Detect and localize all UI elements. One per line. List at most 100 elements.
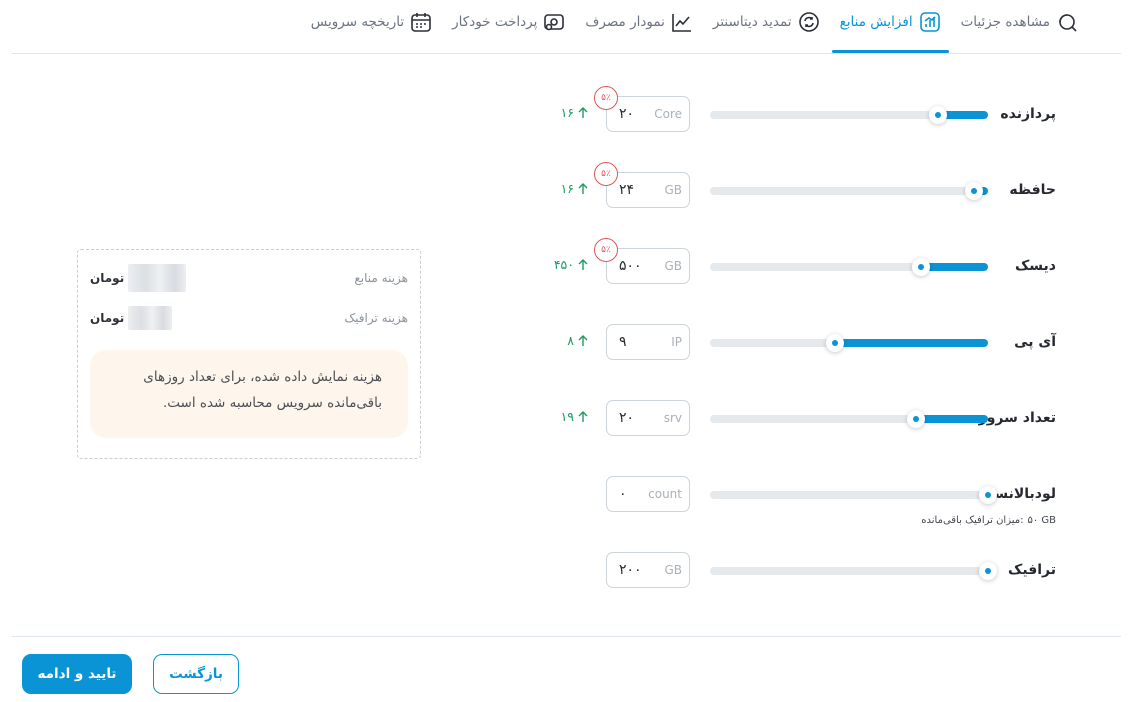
max-increase-value: ۱۶ [560,181,574,196]
tab-refresh[interactable]: تمدید دیتاسنتر [703,8,830,36]
calendar-icon [410,11,432,33]
arrow-up-icon [578,182,588,194]
tab-label: مشاهده جزئیات [960,14,1050,30]
arrow-up-icon [578,106,588,118]
resource-value: ۰ [619,486,627,502]
slider-handle[interactable] [979,562,997,580]
resource-label: ترافیک [1008,562,1056,578]
resource-unit: Core [654,107,682,121]
resource-slider[interactable] [710,562,997,580]
slider-handle[interactable] [826,334,844,352]
resource-slider[interactable] [710,486,997,504]
resource-form: پردازنده ۲۰ Core ۵٪ ۱۶ حافظه ۲۴ GB ۵٪ ۱۶ دیسک ۵۰۰ GB… [540,80,1070,612]
resource-slider[interactable] [710,106,988,124]
resource-slider[interactable] [710,258,988,276]
cost-summary-card: تومان هزینه منابع تومان هزینه ترافیک هزی… [77,249,421,459]
resource-input[interactable]: ۹ IP [606,324,690,360]
resource-label: پردازنده [1000,106,1056,122]
tab-label: پرداخت خودکار [452,14,538,30]
refresh-icon [798,11,820,33]
traffic-cost-amount-blurred [128,306,173,330]
max-increase-indicator: ۱۶ [561,105,588,120]
resource-input[interactable]: ۲۰۰ GB [606,552,690,588]
confirm-continue-button[interactable]: تایید و ادامه [22,654,132,694]
resource-label: حافظه [1009,182,1056,198]
slider-handle[interactable] [912,258,930,276]
auto-pay-icon [543,11,565,33]
resource-slider[interactable] [710,410,988,428]
max-increase-value: ۱۶ [560,105,574,120]
resource-label: دیسک [1014,258,1056,274]
arrow-up-icon [578,410,588,422]
discount-badge: ۵٪ [594,86,618,110]
traffic-cost-row: تومان هزینه ترافیک [90,306,408,330]
resource-value: ۲۰ [619,410,635,426]
footer-divider [12,636,1121,637]
traffic-cost-label: هزینه ترافیک [344,311,408,325]
resource-row: آی پی ۹ IP ۸ [540,308,1070,384]
resource-input[interactable]: ۲۰ Core [606,96,690,132]
search-detail-icon [1056,11,1078,33]
tab-label: تمدید دیتاسنتر [712,14,792,30]
resource-unit: count [648,487,682,501]
resource-input[interactable]: ۲۰ srv [606,400,690,436]
max-increase-value: ۱۹ [560,409,574,424]
discount-badge: ۵٪ [594,162,618,186]
tab-bar: مشاهده جزئیات افزایش منابع تمدید دیتاسنتر ن… [12,0,1121,54]
resource-value: ۲۰۰ [619,562,642,578]
resource-unit: IP [671,335,682,349]
traffic-cost-value: تومان [90,306,173,330]
max-increase-value: ۴۵۰ [553,257,574,272]
traffic-cost-currency: تومان [90,311,125,325]
slider-handle[interactable] [929,106,947,124]
tab-search-detail[interactable]: مشاهده جزئیات [951,8,1088,36]
cost-info-notice: هزینه نمایش داده شده، برای تعداد روزهای … [90,350,408,438]
slider-handle[interactable] [907,410,925,428]
arrow-up-icon [578,334,588,346]
tab-line-chart[interactable]: نمودار مصرف [575,8,703,36]
slider-fill [921,263,988,271]
resource-unit: GB [664,563,682,577]
tab-chart-bars[interactable]: افزایش منابع [830,8,951,53]
resource-row: تعداد سرور ۲۰ srv ۱۹ [540,384,1070,460]
resource-cost-row: تومان هزینه منابع [90,264,408,292]
resource-label: تعداد سرور [978,410,1056,426]
resource-input[interactable]: ۵۰۰ GB [606,248,690,284]
resource-value: ۹ [619,334,627,350]
resource-label: آی پی [1014,334,1056,350]
max-increase-indicator: ۱۹ [561,409,588,424]
resource-row: پردازنده ۲۰ Core ۵٪ ۱۶ [540,80,1070,156]
traffic-remaining-note: میزان ترافیک باقی‌مانده: ۵۰ GB [921,515,1056,526]
tab-calendar[interactable]: تاریخچه سرویس [301,8,442,36]
resource-slider[interactable] [710,182,988,200]
resource-cost-label: هزینه منابع [354,271,408,285]
resource-row: حافظه ۲۴ GB ۵٪ ۱۶ [540,156,1070,232]
max-increase-indicator: ۱۶ [561,181,588,196]
resource-input[interactable]: ۰ count [606,476,690,512]
discount-badge: ۵٪ [594,238,618,262]
resource-value: ۲۰ [619,106,635,122]
tab-label: نمودار مصرف [585,14,665,30]
resource-cost-amount-blurred [128,264,187,292]
line-chart-icon [671,11,693,33]
slider-handle[interactable] [965,182,983,200]
traffic-remaining-label: میزان ترافیک باقی‌مانده: [921,515,1024,526]
resource-slider[interactable] [710,334,988,352]
resource-value: ۵۰۰ [619,258,642,274]
slider-handle[interactable] [979,486,997,504]
resource-input[interactable]: ۲۴ GB [606,172,690,208]
resource-row: ترافیک ۲۰۰ GB [540,536,1070,612]
resource-cost-value: تومان [90,264,187,292]
resource-unit: GB [664,183,682,197]
tab-auto-pay[interactable]: پرداخت خودکار [442,8,575,36]
tab-label: افزایش منابع [839,14,913,30]
arrow-up-icon [578,258,588,270]
resource-cost-currency: تومان [90,271,125,285]
tab-list: مشاهده جزئیات افزایش منابع تمدید دیتاسنتر ن… [301,8,1088,53]
resource-unit: srv [663,411,682,425]
resource-unit: GB [664,259,682,273]
traffic-remaining-value: ۵۰ GB [1027,515,1056,526]
tab-label: تاریخچه سرویس [310,14,405,30]
slider-fill [916,415,988,423]
back-button[interactable]: بازگشت [153,654,239,694]
